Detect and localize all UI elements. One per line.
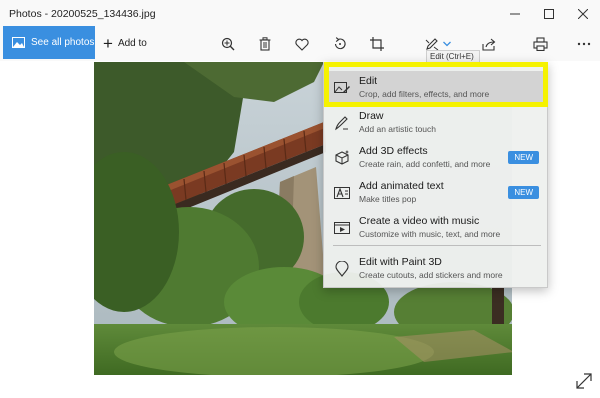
- menu-item-desc: Create cutouts, add stickers and more: [359, 270, 503, 280]
- new-badge: NEW: [508, 151, 539, 164]
- menu-item-title: Create a video with music: [359, 215, 480, 227]
- menu-divider: [333, 245, 541, 246]
- menu-item-title: Add 3D effects: [359, 145, 428, 157]
- menu-item-paint-3d[interactable]: Edit with Paint 3D Create cutouts, add s…: [324, 252, 547, 286]
- animated-text-icon: [333, 184, 351, 202]
- toolbar: See all photos + Add to: [0, 26, 600, 61]
- menu-item-animated-text[interactable]: Add animated text Make titles pop NEW: [324, 176, 547, 210]
- menu-item-edit[interactable]: Edit Crop, add filters, effects, and mor…: [324, 71, 547, 105]
- zoom-in-icon[interactable]: [217, 33, 239, 55]
- menu-item-desc: Customize with music, text, and more: [359, 229, 501, 239]
- close-button[interactable]: [566, 0, 600, 28]
- expand-icon[interactable]: [575, 372, 593, 390]
- menu-item-desc: Crop, add filters, effects, and more: [359, 89, 490, 99]
- see-all-photos-button[interactable]: See all photos: [3, 26, 95, 59]
- 3d-effects-icon: [333, 149, 351, 167]
- plus-icon: +: [103, 33, 113, 53]
- maximize-icon: [544, 9, 554, 19]
- more-icon[interactable]: [573, 33, 595, 55]
- title-bar: Photos - 20200525_134436.jpg: [0, 0, 600, 28]
- menu-item-desc: Create rain, add confetti, and more: [359, 159, 491, 169]
- menu-item-3d-effects[interactable]: Add 3D effects Create rain, add confetti…: [324, 141, 547, 175]
- edit-image-icon: [333, 79, 351, 97]
- menu-item-desc: Make titles pop: [359, 194, 417, 204]
- menu-item-draw[interactable]: Draw Add an artistic touch: [324, 106, 547, 140]
- crop-icon[interactable]: [366, 33, 388, 55]
- menu-item-title: Edit with Paint 3D: [359, 256, 442, 268]
- menu-item-title: Draw: [359, 110, 384, 122]
- new-badge: NEW: [508, 186, 539, 199]
- menu-item-video-music[interactable]: Create a video with music Customize with…: [324, 211, 547, 245]
- menu-item-desc: Add an artistic touch: [359, 124, 437, 134]
- maximize-button[interactable]: [532, 0, 566, 28]
- print-icon[interactable]: [529, 33, 551, 55]
- add-to-button[interactable]: + Add to: [103, 32, 147, 54]
- pen-icon: [333, 114, 351, 132]
- menu-item-title: Edit: [359, 75, 378, 87]
- minimize-icon: [510, 13, 520, 15]
- minimize-button[interactable]: [498, 0, 532, 28]
- favorite-icon[interactable]: [291, 33, 313, 55]
- photos-icon: [12, 37, 25, 48]
- video-icon: [333, 219, 351, 237]
- see-all-photos-label: See all photos: [31, 37, 95, 48]
- paint3d-icon: [333, 260, 351, 278]
- close-icon: [578, 9, 588, 19]
- menu-item-title: Add animated text: [359, 180, 444, 192]
- share-icon[interactable]: [478, 33, 500, 55]
- add-to-label: Add to: [117, 37, 147, 49]
- window-title: Photos - 20200525_134436.jpg: [9, 8, 156, 20]
- edit-create-menu: Edit Crop, add filters, effects, and mor…: [323, 62, 548, 288]
- delete-icon[interactable]: [254, 33, 276, 55]
- rotate-icon[interactable]: [329, 33, 351, 55]
